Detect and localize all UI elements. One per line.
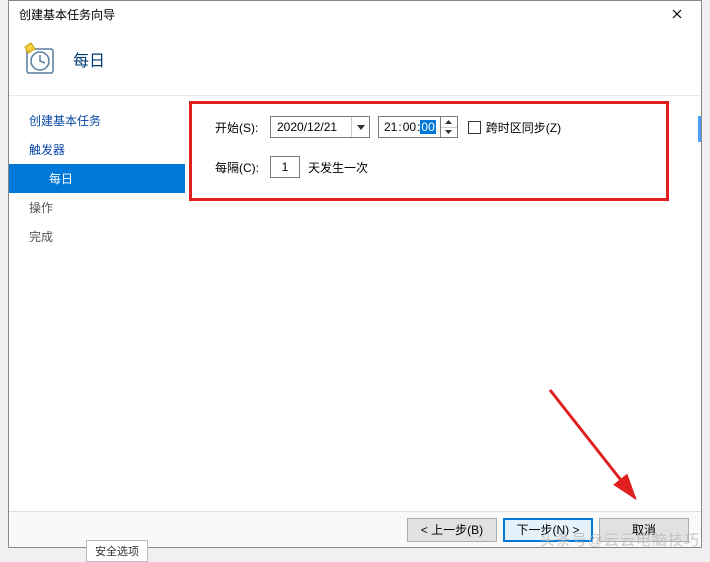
- clock-icon: [21, 41, 57, 77]
- time-spinner: [440, 117, 457, 137]
- sidebar-item-trigger[interactable]: 触发器: [9, 135, 185, 164]
- date-input[interactable]: [271, 117, 351, 137]
- body: 创建基本任务 触发器 每日 操作 完成 开始(S): 21: 00: [9, 96, 701, 251]
- sidebar-item-finish[interactable]: 完成: [9, 222, 185, 251]
- time-seconds[interactable]: 00: [420, 120, 435, 134]
- time-hours[interactable]: 21: [383, 120, 398, 134]
- close-icon: [672, 9, 682, 19]
- wizard-header: 每日: [9, 27, 701, 95]
- interval-row: 每隔(C): 天发生一次: [215, 152, 701, 182]
- interval-label: 每隔(C):: [215, 159, 270, 176]
- back-button[interactable]: < 上一步(B): [407, 518, 497, 542]
- sidebar-item-create-task[interactable]: 创建基本任务: [9, 106, 185, 135]
- sidebar: 创建基本任务 触发器 每日 操作 完成: [9, 96, 185, 251]
- tz-sync-group: 跨时区同步(Z): [468, 119, 561, 136]
- chevron-down-icon: [357, 125, 365, 130]
- time-display[interactable]: 21: 00: 00: [379, 117, 440, 137]
- time-minutes[interactable]: 00: [402, 120, 417, 134]
- interval-suffix: 天发生一次: [308, 159, 368, 176]
- chevron-up-icon: [445, 120, 452, 124]
- date-picker[interactable]: [270, 116, 370, 138]
- titlebar: 创建基本任务向导: [9, 1, 701, 27]
- date-dropdown-button[interactable]: [351, 117, 369, 137]
- next-button[interactable]: 下一步(N) >: [503, 518, 593, 542]
- cancel-button[interactable]: 取消: [599, 518, 689, 542]
- interval-input[interactable]: [270, 156, 300, 178]
- tz-sync-checkbox[interactable]: [468, 121, 481, 134]
- wizard-dialog: 创建基本任务向导 每日 创建基本任务 触发器 每日 操作 完成 开: [8, 0, 702, 548]
- spin-down-button[interactable]: [441, 128, 457, 138]
- chevron-down-icon: [445, 130, 452, 134]
- sidebar-item-daily[interactable]: 每日: [9, 164, 185, 193]
- spin-up-button[interactable]: [441, 117, 457, 128]
- close-button[interactable]: [657, 2, 697, 26]
- scroll-accent: [698, 116, 701, 142]
- main-panel: 开始(S): 21: 00: 00: [185, 96, 701, 251]
- start-label: 开始(S):: [215, 119, 270, 136]
- window-title: 创建基本任务向导: [19, 6, 115, 23]
- tz-sync-label: 跨时区同步(Z): [486, 119, 561, 136]
- sidebar-item-action[interactable]: 操作: [9, 193, 185, 222]
- background-fragment: 安全选项: [86, 540, 148, 562]
- start-row: 开始(S): 21: 00: 00: [215, 112, 701, 142]
- page-title: 每日: [73, 47, 105, 71]
- time-picker[interactable]: 21: 00: 00: [378, 116, 458, 138]
